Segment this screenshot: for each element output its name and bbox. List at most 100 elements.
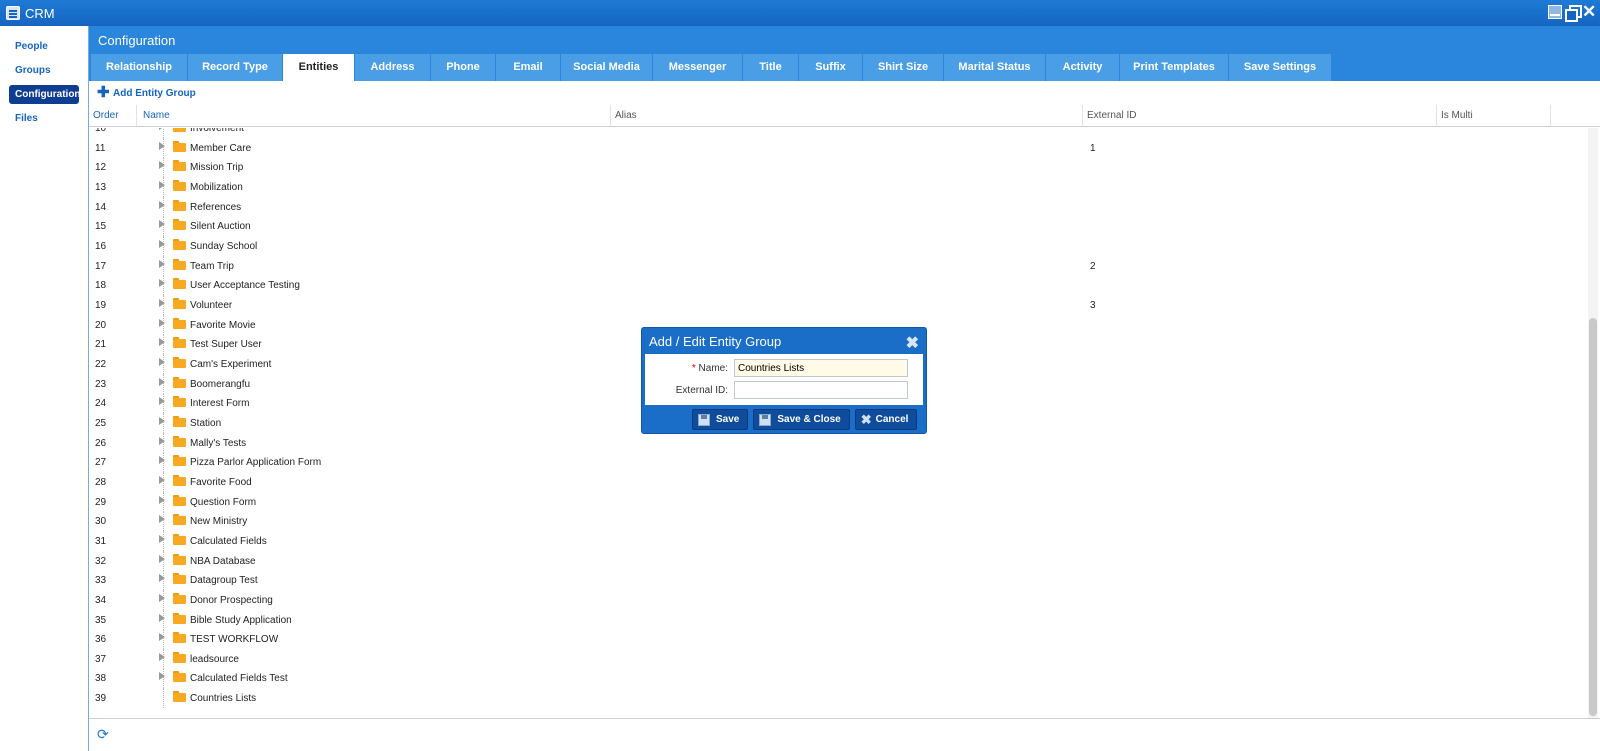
restore-icon[interactable] (1565, 5, 1582, 22)
column-header-order[interactable]: Order (89, 105, 137, 127)
cancel-button[interactable]: ✖ Cancel (854, 409, 918, 430)
expand-arrow-icon[interactable] (159, 128, 165, 130)
tab-save-settings[interactable]: Save Settings (1229, 54, 1331, 81)
row-order: 26 (95, 437, 107, 449)
table-row[interactable]: 30 New Ministry (89, 511, 1585, 532)
row-order: 15 (95, 221, 107, 233)
tab-messenger[interactable]: Messenger (653, 54, 742, 81)
tab-activity[interactable]: Activity (1046, 54, 1119, 81)
tab-entities[interactable]: Entities (283, 54, 354, 81)
row-order: 37 (95, 653, 107, 665)
table-row[interactable]: 17 Team Trip 2 (89, 255, 1585, 276)
expand-arrow-icon[interactable] (159, 200, 165, 209)
expand-arrow-icon[interactable] (159, 279, 165, 288)
expand-arrow-icon[interactable] (159, 416, 165, 425)
tab-print-templates[interactable]: Print Templates (1120, 54, 1228, 81)
table-row[interactable]: 15 Silent Auction (89, 216, 1585, 237)
sidebar-item-files[interactable]: Files (9, 109, 79, 128)
name-field[interactable] (734, 359, 908, 377)
minimize-icon[interactable] (1548, 5, 1562, 19)
column-header-alias[interactable]: Alias (611, 105, 1083, 127)
column-header-is-multi[interactable]: Is Multi (1437, 105, 1551, 127)
close-icon[interactable]: ✖ (906, 333, 919, 353)
disk-icon (759, 413, 772, 426)
tab-social-media[interactable]: Social Media (561, 54, 652, 81)
app-title: CRM (25, 5, 55, 21)
row-name: Boomerangfu (190, 378, 251, 390)
save-and-close-button[interactable]: Save & Close (753, 409, 850, 430)
expand-arrow-icon[interactable] (159, 534, 165, 543)
column-header-external-id[interactable]: External ID (1083, 105, 1437, 127)
table-row[interactable]: 19 Volunteer 3 (89, 294, 1585, 315)
sidebar-item-configuration[interactable]: Configuration (9, 85, 81, 104)
expand-arrow-icon[interactable] (159, 259, 165, 268)
external-id-field[interactable] (734, 381, 908, 399)
table-row[interactable]: 11 Member Care 1 (89, 137, 1585, 158)
expand-arrow-icon[interactable] (159, 220, 165, 229)
expand-arrow-icon[interactable] (159, 633, 165, 642)
table-row[interactable]: 31 Calculated Fields (89, 530, 1585, 551)
expand-arrow-icon[interactable] (159, 613, 165, 622)
table-row[interactable]: 28 Favorite Food (89, 471, 1585, 492)
expand-arrow-icon[interactable] (159, 180, 165, 189)
expand-arrow-icon[interactable] (159, 357, 165, 366)
table-row[interactable]: 37 leadsource (89, 648, 1585, 669)
expand-arrow-icon[interactable] (159, 318, 165, 327)
expand-arrow-icon[interactable] (159, 574, 165, 583)
sidebar-item-groups[interactable]: Groups (9, 61, 79, 80)
tab-suffix[interactable]: Suffix (799, 54, 862, 81)
column-header-name[interactable]: Name (139, 105, 611, 127)
expand-arrow-icon[interactable] (159, 377, 165, 386)
expand-arrow-icon[interactable] (159, 475, 165, 484)
tab-marital-status[interactable]: Marital Status (944, 54, 1045, 81)
table-row[interactable]: 14 References (89, 196, 1585, 217)
expand-arrow-icon[interactable] (159, 436, 165, 445)
table-row[interactable]: 26 Mally's Tests (89, 432, 1585, 453)
tab-shirt-size[interactable]: Shirt Size (863, 54, 943, 81)
expand-arrow-icon[interactable] (159, 593, 165, 602)
expand-arrow-icon[interactable] (159, 338, 165, 347)
expand-arrow-icon[interactable] (159, 495, 165, 504)
expand-arrow-icon[interactable] (159, 141, 165, 150)
tab-address[interactable]: Address (355, 54, 430, 81)
add-entity-group-button[interactable]: Add Entity Group (113, 88, 196, 99)
expand-arrow-icon[interactable] (159, 652, 165, 661)
row-external-id: 2 (1090, 260, 1096, 272)
table-row[interactable]: 35 Bible Study Application (89, 609, 1585, 630)
refresh-icon[interactable]: ⟳ (97, 727, 111, 741)
table-row[interactable]: 27 Pizza Parlor Application Form (89, 452, 1585, 473)
table-row[interactable]: 18 User Acceptance Testing (89, 275, 1585, 296)
expand-arrow-icon[interactable] (159, 672, 165, 681)
save-button[interactable]: Save (692, 409, 749, 430)
vertical-scrollbar[interactable] (1588, 128, 1598, 718)
table-row[interactable]: 13 Mobilization (89, 176, 1585, 197)
close-window-icon[interactable]: ✕ (1582, 3, 1596, 20)
table-row[interactable]: 12 Mission Trip (89, 157, 1585, 178)
expand-arrow-icon[interactable] (159, 397, 165, 406)
expand-arrow-icon[interactable] (159, 554, 165, 563)
table-row[interactable]: 16 Sunday School (89, 235, 1585, 256)
sidebar-item-people[interactable]: People (9, 37, 79, 56)
expand-arrow-icon[interactable] (159, 298, 165, 307)
scrollbar-thumb[interactable] (1589, 318, 1597, 716)
table-row[interactable]: 39 Countries Lists (89, 688, 1585, 709)
tab-title[interactable]: Title (743, 54, 798, 81)
expand-arrow-icon[interactable] (159, 239, 165, 248)
tab-record-type[interactable]: Record Type (188, 54, 282, 81)
row-order: 16 (95, 240, 107, 252)
table-row[interactable]: 10 Involvement (89, 128, 1585, 138)
table-row[interactable]: 32 NBA Database (89, 550, 1585, 571)
expand-arrow-icon[interactable] (159, 161, 165, 170)
table-row[interactable]: 29 Question Form (89, 491, 1585, 512)
expand-arrow-icon[interactable] (159, 456, 165, 465)
table-row[interactable]: 38 Calculated Fields Test (89, 668, 1585, 689)
tab-phone[interactable]: Phone (431, 54, 495, 81)
tab-email[interactable]: Email (496, 54, 560, 81)
table-row[interactable]: 33 Datagroup Test (89, 570, 1585, 591)
table-row[interactable]: 34 Donor Prospecting (89, 589, 1585, 610)
table-row[interactable]: 36 TEST WORKFLOW (89, 629, 1585, 650)
expand-arrow-icon[interactable] (159, 515, 165, 524)
plus-icon[interactable]: ✚ (97, 85, 110, 100)
window-controls: ✕ (1548, 3, 1596, 22)
tab-relationship[interactable]: Relationship (91, 54, 187, 81)
